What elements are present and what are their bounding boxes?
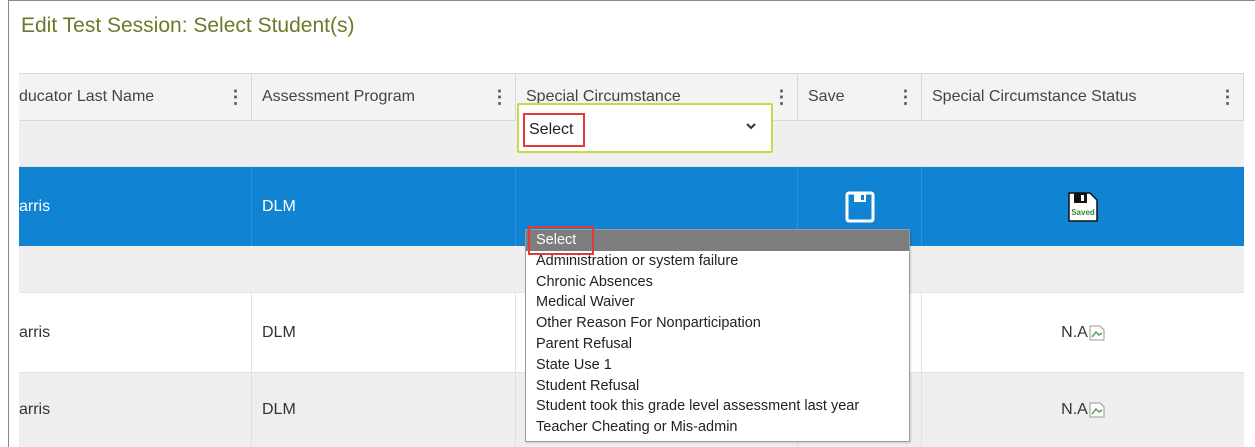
cell-educator-last-name: arris	[19, 167, 252, 246]
cell-assessment-program: DLM	[252, 293, 516, 372]
column-header-special-circumstance-status[interactable]: Special Circumstance Status ⋮	[922, 74, 1244, 120]
special-circumstance-options: Select Administration or system failure …	[525, 229, 910, 442]
status-text: N.A	[1061, 401, 1088, 418]
option-student-took-assessment-last-year[interactable]: Student took this grade level assessment…	[526, 396, 909, 417]
saved-disk-icon: Saved	[1068, 191, 1098, 222]
saved-label: Saved	[1071, 208, 1095, 217]
column-menu-icon[interactable]: ⋮	[895, 87, 915, 108]
column-label: ducator Last Name	[19, 88, 155, 105]
option-state-use-1[interactable]: State Use 1	[526, 355, 909, 376]
broken-image-icon	[1089, 325, 1105, 340]
cell-educator-last-name: arris	[19, 373, 252, 447]
option-teacher-cheating-or-mis-admin[interactable]: Teacher Cheating or Mis-admin	[526, 417, 909, 438]
option-select[interactable]: Select	[526, 230, 909, 251]
column-label: Save	[808, 88, 845, 105]
cell-assessment-program: DLM	[252, 167, 516, 246]
option-administration-or-system-failure[interactable]: Administration or system failure	[526, 251, 909, 272]
column-menu-icon[interactable]: ⋮	[489, 87, 509, 108]
column-header-assessment-program[interactable]: Assessment Program ⋮	[252, 74, 516, 120]
page-title: Edit Test Session: Select Student(s)	[21, 14, 355, 37]
option-chronic-absences[interactable]: Chronic Absences	[526, 272, 909, 293]
column-label: Special Circumstance Status	[932, 88, 1137, 105]
cell-educator-last-name: arris	[19, 293, 252, 372]
column-menu-icon[interactable]: ⋮	[771, 87, 791, 108]
cell-special-circumstance-status: N.A	[922, 373, 1244, 447]
column-menu-icon[interactable]: ⋮	[225, 87, 245, 108]
special-circumstance-select[interactable]: Select	[517, 103, 773, 153]
option-parent-refusal[interactable]: Parent Refusal	[526, 334, 909, 355]
broken-image-icon	[1089, 402, 1105, 418]
option-other-reason-for-nonparticipation[interactable]: Other Reason For Nonparticipation	[526, 313, 909, 334]
column-header-educator-last-name[interactable]: ducator Last Name ⋮	[19, 74, 252, 120]
status-na: N.A	[1061, 324, 1105, 342]
column-header-save[interactable]: Save ⋮	[798, 74, 922, 120]
status-na: N.A	[1061, 401, 1105, 419]
save-disk-icon[interactable]	[845, 190, 875, 224]
select-current-value: Select	[523, 113, 585, 147]
chevron-down-icon	[746, 123, 756, 130]
option-student-refusal[interactable]: Student Refusal	[526, 376, 909, 397]
column-menu-icon[interactable]: ⋮	[1217, 87, 1237, 108]
cell-special-circumstance-status: N.A	[922, 293, 1244, 372]
status-text: N.A	[1061, 323, 1088, 341]
option-medical-waiver[interactable]: Medical Waiver	[526, 292, 909, 313]
cell-assessment-program: DLM	[252, 373, 516, 447]
column-label: Assessment Program	[262, 88, 415, 105]
cell-special-circumstance-status: Saved	[922, 167, 1244, 246]
